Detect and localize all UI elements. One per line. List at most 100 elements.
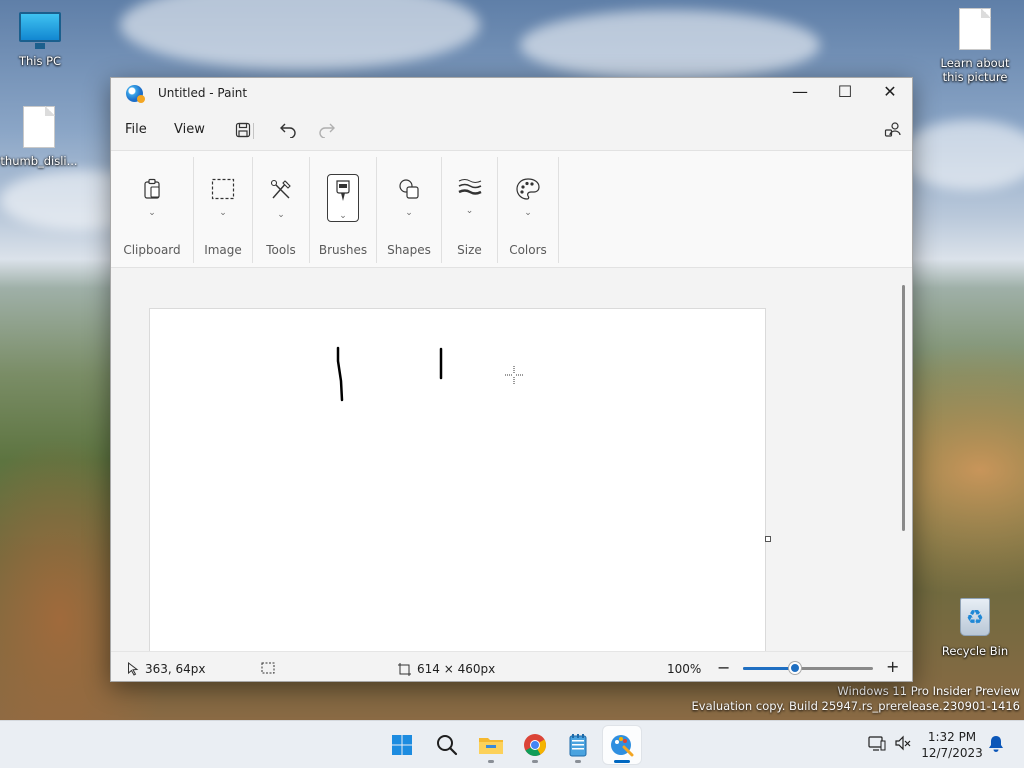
chevron-down-icon: ⌄ [339,211,347,221]
save-button[interactable] [231,118,255,142]
menu-view[interactable]: View [174,122,205,137]
maximize-button[interactable]: ☐ [822,78,868,108]
notepad-icon [569,734,587,757]
tray-volume-icon[interactable] [894,735,912,754]
zoom-in-button[interactable]: + [886,657,899,676]
close-button[interactable]: ✕ [867,78,912,108]
taskbar-chrome[interactable] [516,726,554,764]
recycle-bin-icon: ♻ [960,598,990,636]
size-icon [457,179,482,195]
selection-size-status [261,662,275,674]
pointer-icon [128,662,139,676]
ribbon-group-label: Shapes [387,243,431,257]
canvas-workspace [111,269,911,651]
minimize-button[interactable]: — [777,78,823,108]
zoom-slider-thumb[interactable] [789,662,801,674]
desktop-icon-label: thumb_disli... [0,154,78,168]
desktop-icon-this-pc[interactable]: This PC [0,12,80,68]
system-clock[interactable]: 1:32 PM 12/7/2023 [920,729,984,761]
zoom-out-button[interactable]: − [717,658,730,677]
ribbon-group-colors: ⌄ Colors [498,151,558,269]
display-icon [868,736,886,751]
file-icon [959,8,991,50]
canvas-resize-handle[interactable] [765,536,771,542]
zoom-slider[interactable] [743,662,873,674]
desktop-icon-thumb-file[interactable]: thumb_disli... [0,106,79,168]
chevron-down-icon: ⌄ [148,208,156,218]
brush-stroke [336,346,344,402]
chevron-down-icon: ⌄ [219,208,227,218]
taskbar-search-button[interactable] [428,726,466,764]
ribbon-group-shapes: ⌄ Shapes [377,151,441,269]
taskbar-start-button[interactable] [383,726,421,764]
ribbon-group-label: Image [204,243,242,257]
folder-icon [479,738,503,754]
running-indicator [488,760,494,763]
brushes-button[interactable]: ⌄ [327,174,359,222]
zoom-slider-fill [743,667,795,670]
tools-button[interactable]: ⌄ [265,174,297,222]
redo-button[interactable] [315,118,339,142]
undo-icon [280,123,296,138]
menu-bar: File View [111,108,912,150]
notifications-button[interactable] [988,735,1004,756]
crosshair-cursor-icon [505,366,523,384]
status-bar: 363, 64px 614 × 460px 100% − + [111,651,912,681]
paint-window: Untitled - Paint — ☐ ✕ File View ⌄ Clipb… [110,77,913,682]
taskbar-paint[interactable] [603,726,641,764]
ribbon-group-tools: ⌄ Tools [253,151,309,269]
taskbar-notepad[interactable] [559,726,597,764]
clipboard-icon [144,178,160,199]
watermark-line: Windows 11 Pro Insider Preview [837,684,1020,698]
brush-icon [336,180,350,201]
cursor-position: 363, 64px [145,662,206,676]
ribbon-group-label: Brushes [318,243,368,257]
watermark-line: Evaluation copy. Build 25947.rs_prerelea… [691,699,1020,713]
computer-icon [19,12,61,49]
chevron-down-icon: ⌄ [465,206,474,216]
clock-time: 1:32 PM [927,730,977,744]
desktop-icon-learn-about-picture[interactable]: Learn about this picture [935,8,1015,84]
bell-icon [989,736,1003,752]
redo-icon [319,123,335,138]
desktop-icon-recycle-bin[interactable]: ♻ Recycle Bin [935,598,1015,658]
tools-icon [270,179,291,199]
chevron-down-icon: ⌄ [277,210,285,220]
taskbar-file-explorer[interactable] [472,726,510,764]
account-button[interactable] [881,118,905,142]
chrome-icon [524,734,546,756]
undo-button[interactable] [276,118,300,142]
colors-button[interactable]: ⌄ [512,174,544,222]
chevron-down-icon: ⌄ [405,208,413,218]
running-indicator [575,760,581,763]
cursor-position-status: 363, 64px [127,662,206,676]
vertical-scrollbar[interactable] [902,285,905,531]
paint-icon [611,735,634,757]
canvas-size-icon [398,662,411,676]
ribbon-group-label: Colors [509,243,547,257]
taskbar: 1:32 PM 12/7/2023 [0,720,1024,768]
desktop-icon-label: Recycle Bin [941,644,1009,658]
size-button[interactable]: ⌄ [454,174,486,222]
title-bar[interactable]: Untitled - Paint — ☐ ✕ [111,78,912,108]
canvas-size: 614 × 460px [417,662,496,676]
select-button[interactable]: ⌄ [207,174,239,222]
volume-muted-icon [895,735,911,751]
cloud [120,0,480,70]
ribbon-group-brushes: ⌄ Brushes [310,151,376,269]
ribbon-group-label: Clipboard [123,243,181,257]
tray-display-icon[interactable] [868,735,886,754]
save-icon [235,122,251,138]
running-indicator [532,760,538,763]
shapes-button[interactable]: ⌄ [393,174,425,222]
account-icon [884,122,901,137]
canvas-size-status: 614 × 460px [398,662,495,676]
menu-file[interactable]: File [125,122,147,137]
chevron-down-icon: ⌄ [524,208,532,218]
ribbon-group-size: ⌄ Size [442,151,497,269]
canvas-strokes [336,346,523,402]
clipboard-button[interactable]: ⌄ [136,174,168,222]
shapes-icon [399,179,419,199]
cloud [900,120,1024,190]
drawing-canvas[interactable] [150,309,765,651]
